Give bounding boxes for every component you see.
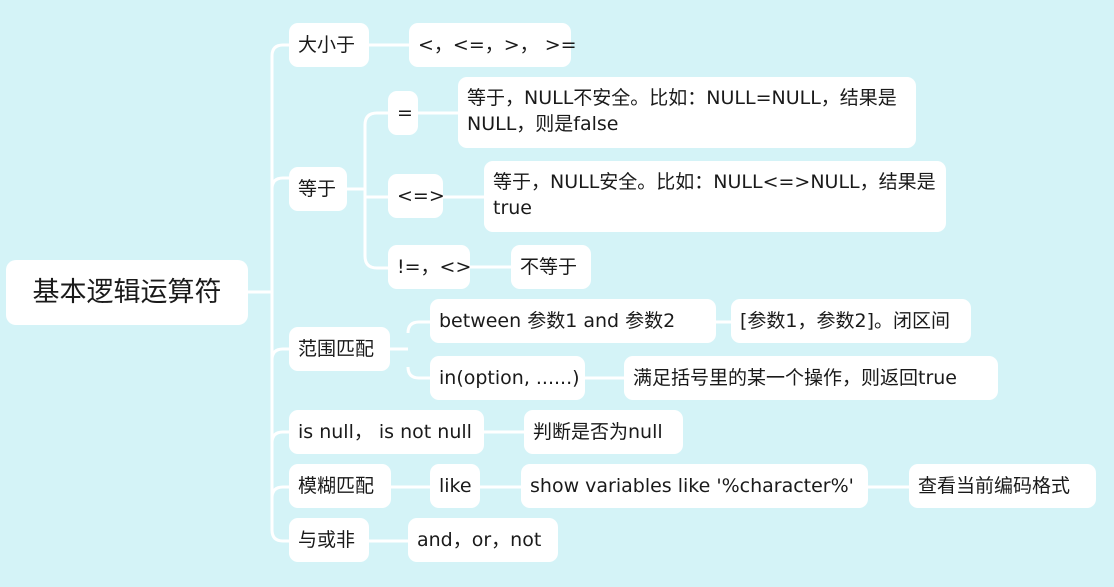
show-variables-example[interactable]: show variables like '%character%' xyxy=(521,464,868,508)
not-equal-operator[interactable]: !=，<> xyxy=(388,245,471,289)
equal-operator-desc[interactable]: 等于，NULL不安全。比如：NULL=NULL，结果是NULL，则是false xyxy=(458,77,916,148)
null-safe-equal-desc[interactable]: 等于，NULL安全。比如：NULL<=>NULL，结果是true xyxy=(484,161,946,232)
equal-operator[interactable]: = xyxy=(388,91,418,135)
root-node[interactable]: 基本逻辑运算符 xyxy=(6,260,248,325)
branch-logical[interactable]: 与或非 xyxy=(289,518,369,562)
link-fanwei xyxy=(390,320,430,380)
branch-is-null[interactable]: is null， is not null xyxy=(289,410,484,454)
branch-equal[interactable]: 等于 xyxy=(289,167,347,211)
in-desc[interactable]: 满足括号里的某一个操作，则返回true xyxy=(624,356,998,400)
null-safe-equal-operator[interactable]: <=> xyxy=(388,174,445,218)
view-encoding-desc[interactable]: 查看当前编码格式 xyxy=(909,464,1096,508)
branch-comparison[interactable]: 大小于 xyxy=(289,23,369,67)
branch-fuzzy-match[interactable]: 模糊匹配 xyxy=(289,464,391,508)
link-trunk xyxy=(270,43,289,543)
like-operator[interactable]: like xyxy=(430,464,480,508)
between-desc[interactable]: [参数1，参数2]。闭区间 xyxy=(731,299,971,343)
between-operator[interactable]: between 参数1 and 参数2 xyxy=(430,299,716,343)
logical-operators[interactable]: and，or，not xyxy=(408,518,558,562)
link-dengyu xyxy=(347,111,388,270)
not-equal-desc[interactable]: 不等于 xyxy=(511,245,591,289)
root-label: 基本逻辑运算符 xyxy=(32,276,222,308)
comparison-operators[interactable]: <，<=，>， >= xyxy=(409,23,577,67)
is-null-desc[interactable]: 判断是否为null xyxy=(524,410,683,454)
in-operator[interactable]: in(option, ......) xyxy=(430,356,585,400)
branch-range-match[interactable]: 范围匹配 xyxy=(289,327,390,371)
